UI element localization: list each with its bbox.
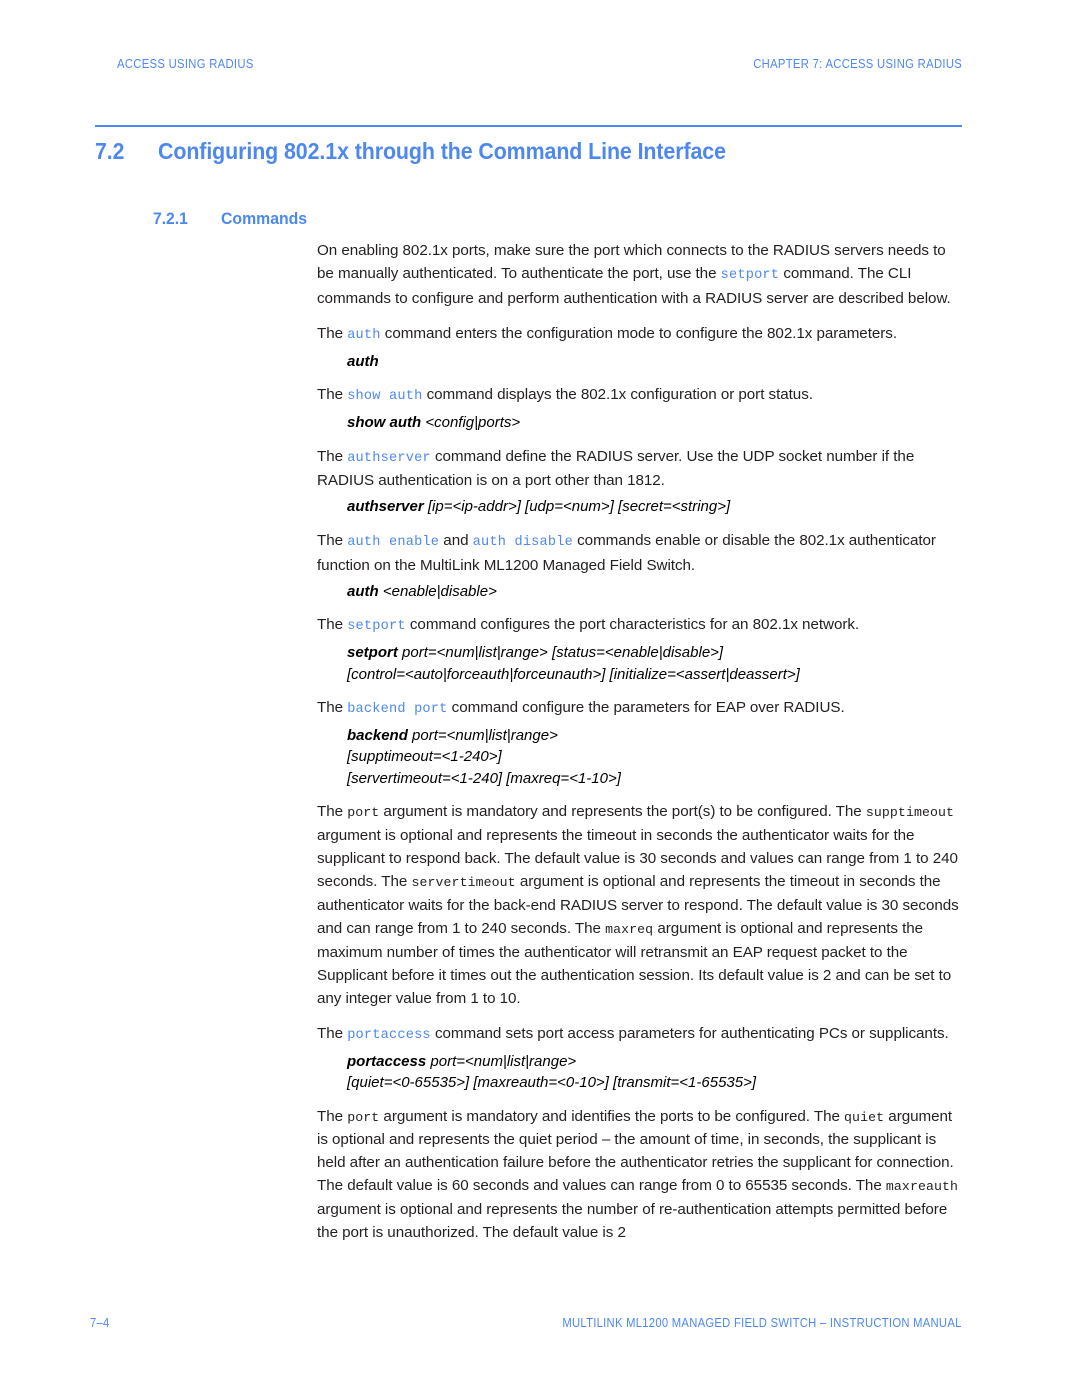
syntax-command-name: portaccess (347, 1052, 427, 1070)
syntax-block-portaccess: portaccess port=<num|list|range> [quiet=… (347, 1051, 965, 1094)
syntax-command-args: [ip=<ip-addr>] [udp=<num>] [secret=<stri… (423, 498, 731, 516)
args2-d: argument is optional and represents the … (317, 1201, 948, 1242)
syntax-command-name: auth (347, 352, 379, 370)
syntax-line-3: [servertimeout=<1-240] [maxreq=<1-10>] (347, 768, 965, 790)
show-auth-text-b: command displays the 802.1x configuratio… (422, 386, 813, 404)
document-page: ACCESS USING RADIUS CHAPTER 7: ACCESS US… (0, 0, 1080, 1397)
header-divider-rule (95, 125, 962, 127)
syntax-line-2: [control=<auto|forceauth|forceunauth>] [… (347, 664, 965, 686)
syntax-command-name: auth (347, 582, 379, 600)
authserver-text-a: The (317, 447, 348, 465)
code-auth-disable: auth disable (472, 534, 573, 550)
paragraph-intro: On enabling 802.1x ports, make sure the … (317, 240, 965, 311)
auth-en-text-a: The (317, 531, 348, 549)
paragraph-show-auth: The show auth command displays the 802.1… (317, 384, 965, 409)
code-maxreauth: maxreauth (885, 1179, 959, 1195)
show-auth-text-a: The (317, 386, 348, 404)
code-auth-enable: auth enable (347, 534, 440, 550)
syntax-block-auth-enable: auth <enable|disable> (347, 581, 965, 603)
paragraph-portaccess: The portaccess command sets port access … (317, 1023, 965, 1048)
syntax-block-auth: auth (347, 351, 965, 373)
syntax-block-backend: backend port=<num|list|range> [supptimeo… (347, 725, 965, 790)
auth-en-text-b: and (439, 531, 473, 549)
syntax-line: setport port=<num|list|range> [status=<e… (347, 642, 965, 664)
syntax-command-args: port=<num|list|range> (426, 1052, 577, 1070)
paragraph-backend: The backend port command configure the p… (317, 697, 965, 722)
page-title: Configuring 802.1x through the Command L… (158, 138, 726, 164)
code-quiet: quiet (844, 1109, 885, 1125)
page-footer: 7–4 MULTILINK ML1200 MANAGED FIELD SWITC… (90, 1316, 962, 1330)
subsection-number: 7.2.1 (153, 209, 188, 228)
code-setport-2: setport (347, 619, 406, 635)
code-auth: auth (347, 327, 381, 343)
syntax-line: authserver [ip=<ip-addr>] [udp=<num>] [s… (347, 496, 965, 518)
portaccess-text-b: command sets port access parameters for … (430, 1024, 949, 1042)
code-show-auth: show auth (347, 389, 423, 405)
code-supptimeout: supptimeout (865, 805, 955, 821)
paragraph-authserver: The authserver command define the RADIUS… (317, 446, 965, 494)
syntax-block-authserver: authserver [ip=<ip-addr>] [udp=<num>] [s… (347, 496, 965, 518)
setport-text-a: The (317, 616, 348, 634)
syntax-block-show-auth: show auth <config|ports> (347, 412, 965, 434)
paragraph-setport: The setport command configures the port … (317, 614, 965, 639)
footer-page-number: 7–4 (90, 1316, 110, 1330)
backend-text-b: command configure the parameters for EAP… (447, 699, 845, 717)
syntax-command-args: <config|ports> (421, 414, 521, 432)
code-maxreq: maxreq (605, 922, 654, 937)
syntax-command-name: setport (347, 644, 398, 662)
code-port: port (347, 805, 380, 821)
code-authserver: authserver (347, 450, 431, 466)
syntax-line: auth (347, 351, 965, 373)
paragraph-auth-enable-disable: The auth enable and auth disable command… (317, 530, 965, 578)
syntax-command-args: <enable|disable> (378, 582, 497, 600)
syntax-command-name: show auth (347, 414, 422, 432)
subsection-title: Commands (221, 209, 308, 228)
syntax-line: portaccess port=<num|list|range> (347, 1051, 965, 1073)
running-header-left: ACCESS USING RADIUS (117, 57, 254, 71)
syntax-command-name: authserver (347, 498, 424, 516)
code-port-2: port (347, 1109, 380, 1125)
args1-b: argument is mandatory and represents the… (379, 803, 866, 821)
args2-b: argument is mandatory and identifies the… (379, 1107, 845, 1125)
syntax-command-name: backend (347, 726, 408, 744)
setport-text-b: command configures the port characterist… (405, 616, 860, 634)
backend-text-a: The (317, 699, 348, 717)
running-header-right: CHAPTER 7: ACCESS USING RADIUS (753, 57, 962, 71)
syntax-command-args: port=<num|list|range> (407, 726, 558, 744)
running-header: ACCESS USING RADIUS CHAPTER 7: ACCESS US… (117, 57, 962, 71)
code-servertimeout: servertimeout (411, 875, 516, 891)
args2-a: The (317, 1107, 348, 1125)
syntax-command-args-2: [quiet=<0-65535>] [maxreauth=<0-10>] [tr… (347, 1074, 757, 1092)
section-heading-7-2: 7.2 Configuring 802.1x through the Comma… (95, 138, 962, 165)
section-number: 7.2 (95, 138, 125, 164)
portaccess-text-a: The (317, 1024, 348, 1042)
subsection-heading-7-2-1: 7.2.1 Commands (153, 209, 314, 229)
syntax-line-2: [quiet=<0-65535>] [maxreauth=<0-10>] [tr… (347, 1072, 965, 1094)
syntax-block-setport: setport port=<num|list|range> [status=<e… (347, 642, 965, 685)
syntax-command-args-3: [servertimeout=<1-240] [maxreq=<1-10>] (347, 769, 621, 787)
syntax-command-args-2: [supptimeout=<1-240>] (347, 748, 502, 766)
auth-text-b: command enters the configuration mode to… (380, 324, 897, 342)
syntax-command-args-2: [control=<auto|forceauth|forceunauth>] [… (347, 665, 800, 683)
code-backend-port: backend port (347, 702, 448, 718)
args1-a: The (317, 803, 348, 821)
syntax-line: show auth <config|ports> (347, 412, 965, 434)
auth-text-a: The (317, 324, 348, 342)
body-column: On enabling 802.1x ports, make sure the … (317, 240, 965, 1257)
footer-manual-title: MULTILINK ML1200 MANAGED FIELD SWITCH – … (562, 1316, 962, 1330)
syntax-line-2: [supptimeout=<1-240>] (347, 746, 965, 768)
code-setport: setport (720, 267, 780, 283)
syntax-line: backend port=<num|list|range> (347, 725, 965, 747)
paragraph-arguments-portaccess: The port argument is mandatory and ident… (317, 1106, 965, 1245)
paragraph-auth: The auth command enters the configuratio… (317, 323, 965, 348)
paragraph-arguments-backend: The port argument is mandatory and repre… (317, 801, 965, 1010)
code-portaccess: portaccess (347, 1027, 431, 1043)
syntax-command-args: port=<num|list|range> [status=<enable|di… (397, 644, 724, 662)
syntax-line: auth <enable|disable> (347, 581, 965, 603)
